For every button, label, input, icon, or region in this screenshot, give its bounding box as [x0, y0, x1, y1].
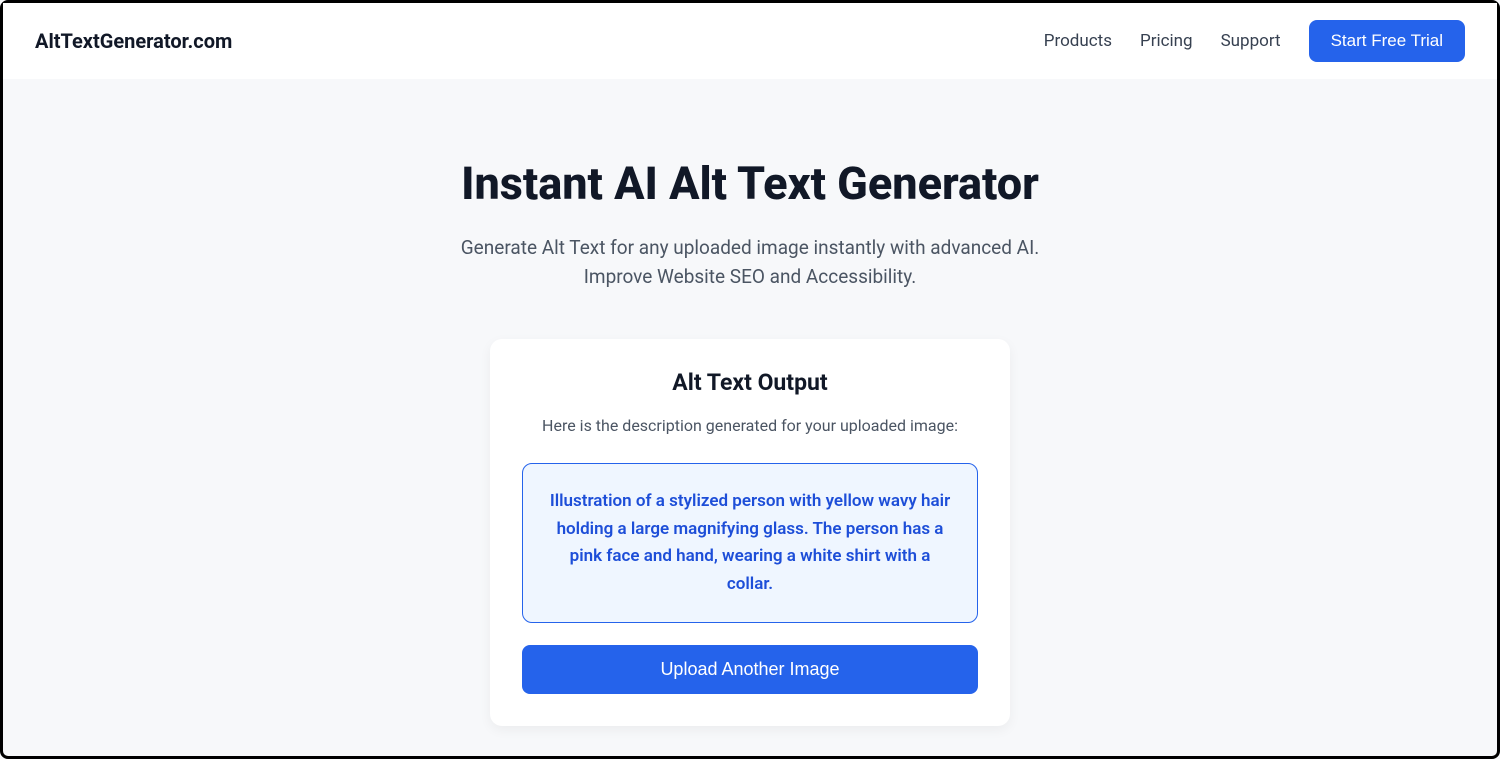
upload-another-image-button[interactable]: Upload Another Image: [522, 645, 978, 694]
nav-link-support[interactable]: Support: [1221, 31, 1281, 51]
start-free-trial-button[interactable]: Start Free Trial: [1309, 20, 1465, 62]
main-content: Instant AI Alt Text Generator Generate A…: [3, 79, 1497, 726]
card-subtitle: Here is the description generated for yo…: [522, 416, 978, 435]
alt-text-output: Illustration of a stylized person with y…: [522, 463, 978, 623]
nav: Products Pricing Support Start Free Tria…: [1044, 20, 1465, 62]
header: AltTextGenerator.com Products Pricing Su…: [3, 3, 1497, 79]
site-logo[interactable]: AltTextGenerator.com: [35, 29, 232, 53]
nav-link-pricing[interactable]: Pricing: [1140, 31, 1193, 51]
card-title: Alt Text Output: [522, 369, 978, 396]
hero-subtitle: Generate Alt Text for any uploaded image…: [430, 234, 1070, 291]
output-card: Alt Text Output Here is the description …: [490, 339, 1010, 726]
nav-link-products[interactable]: Products: [1044, 31, 1112, 51]
hero-title: Instant AI Alt Text Generator: [400, 157, 1100, 210]
